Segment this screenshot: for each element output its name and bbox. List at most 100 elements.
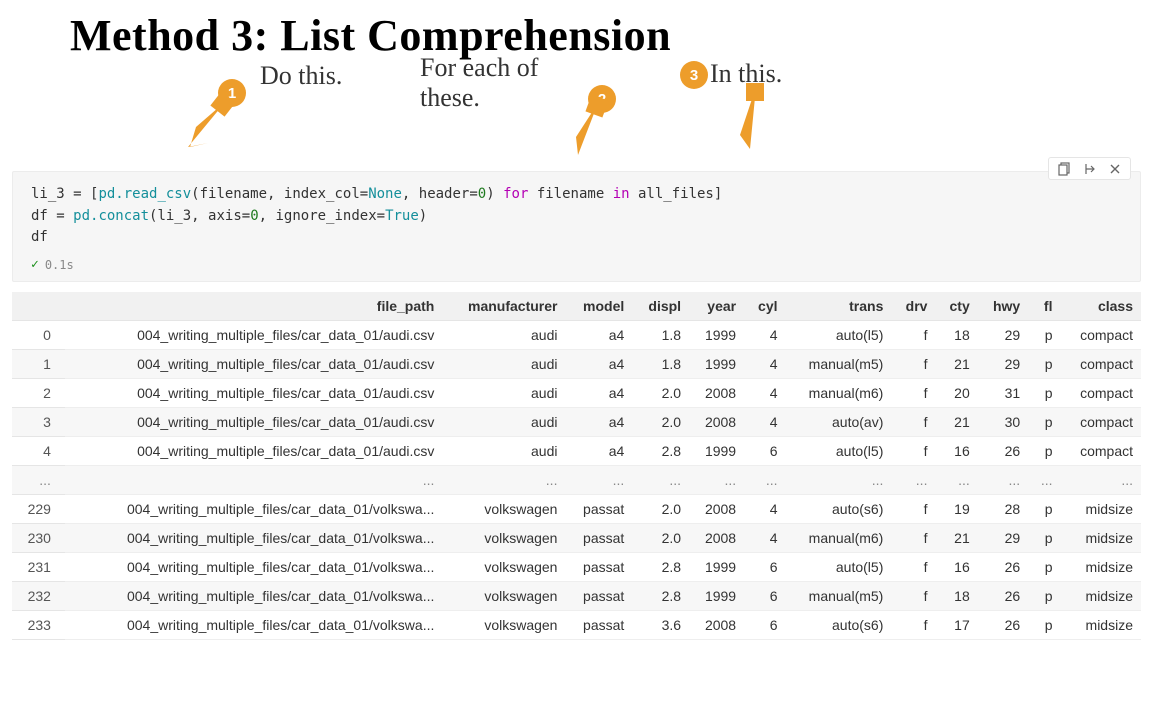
column-header: hwy xyxy=(978,292,1028,321)
arrow-icon xyxy=(174,91,238,167)
table-cell: 004_writing_multiple_files/car_data_01/v… xyxy=(65,611,442,640)
table-cell: 004_writing_multiple_files/car_data_01/v… xyxy=(65,524,442,553)
table-cell: manual(m5) xyxy=(786,350,892,379)
table-cell: auto(l5) xyxy=(786,553,892,582)
table-cell: 6 xyxy=(744,437,785,466)
table-cell: 6 xyxy=(744,611,785,640)
table-cell: 17 xyxy=(935,611,977,640)
code-token: = xyxy=(469,186,477,202)
table-cell: ... xyxy=(689,466,744,495)
table-cell: 2008 xyxy=(689,611,744,640)
row-index: 230 xyxy=(12,524,65,553)
table-cell: f xyxy=(891,321,935,350)
annotations-layer: Do this. 1 For each of these. 2 In this.… xyxy=(0,61,1153,171)
table-cell: 004_writing_multiple_files/car_data_01/v… xyxy=(65,553,442,582)
table-cell: 4 xyxy=(744,321,785,350)
table-cell: 2.0 xyxy=(632,408,689,437)
exec-time: 0.1s xyxy=(45,256,74,275)
row-index: 231 xyxy=(12,553,65,582)
notebook-cell: li_3 = [pd.read_csv(filename, index_col=… xyxy=(12,171,1141,282)
table-cell: volkswagen xyxy=(442,582,565,611)
arrow-icon xyxy=(558,97,616,169)
table-cell: f xyxy=(891,582,935,611)
table-cell: 1999 xyxy=(689,350,744,379)
table-cell: p xyxy=(1028,524,1060,553)
check-icon: ✓ xyxy=(31,255,39,275)
table-cell: 2008 xyxy=(689,379,744,408)
table-cell: audi xyxy=(442,437,565,466)
annotation-for-each: For each of these. xyxy=(420,53,538,113)
column-header: displ xyxy=(632,292,689,321)
code-token: ignore_index xyxy=(275,208,376,224)
row-index: 0 xyxy=(12,321,65,350)
code-token: filename xyxy=(200,186,267,202)
annotation-badge-3: 3 xyxy=(680,61,708,89)
column-header: model xyxy=(565,292,632,321)
column-header: file_path xyxy=(65,292,442,321)
table-cell: 004_writing_multiple_files/car_data_01/a… xyxy=(65,437,442,466)
table-cell: auto(l5) xyxy=(786,321,892,350)
arrow-icon xyxy=(732,83,776,165)
code-token: = xyxy=(360,186,368,202)
table-cell: 004_writing_multiple_files/car_data_01/a… xyxy=(65,408,442,437)
row-index: 232 xyxy=(12,582,65,611)
code-token: in xyxy=(613,186,630,202)
table-cell: audi xyxy=(442,379,565,408)
annotation-do-this: Do this. xyxy=(260,61,342,91)
table-cell: f xyxy=(891,350,935,379)
table-row: 2004_writing_multiple_files/car_data_01/… xyxy=(12,379,1141,408)
table-cell: passat xyxy=(565,553,632,582)
table-cell: audi xyxy=(442,350,565,379)
table-cell: 1999 xyxy=(689,437,744,466)
table-cell: passat xyxy=(565,582,632,611)
table-row: 229004_writing_multiple_files/car_data_0… xyxy=(12,495,1141,524)
column-header: cyl xyxy=(744,292,785,321)
table-cell: 26 xyxy=(978,611,1028,640)
table-cell: 4 xyxy=(744,408,785,437)
table-cell: audi xyxy=(442,321,565,350)
table-cell: 6 xyxy=(744,553,785,582)
table-cell: auto(l5) xyxy=(786,437,892,466)
table-row: ....................................... xyxy=(12,466,1141,495)
code-cell[interactable]: li_3 = [pd.read_csv(filename, index_col=… xyxy=(12,171,1141,282)
table-cell: 21 xyxy=(935,350,977,379)
row-index: ... xyxy=(12,466,65,495)
table-row: 232004_writing_multiple_files/car_data_0… xyxy=(12,582,1141,611)
row-index: 229 xyxy=(12,495,65,524)
run-below-icon[interactable] xyxy=(1082,161,1097,176)
table-cell: 1999 xyxy=(689,553,744,582)
table-cell: a4 xyxy=(565,350,632,379)
copy-icon[interactable] xyxy=(1057,161,1072,176)
table-cell: auto(s6) xyxy=(786,611,892,640)
row-index: 4 xyxy=(12,437,65,466)
table-cell: f xyxy=(891,553,935,582)
code-token: df xyxy=(31,208,48,224)
row-index: 233 xyxy=(12,611,65,640)
table-cell: ... xyxy=(978,466,1028,495)
table-cell: 19 xyxy=(935,495,977,524)
table-cell: manual(m6) xyxy=(786,379,892,408)
code-token: header xyxy=(419,186,470,202)
table-row: 3004_writing_multiple_files/car_data_01/… xyxy=(12,408,1141,437)
table-cell: f xyxy=(891,379,935,408)
row-index: 2 xyxy=(12,379,65,408)
table-cell: a4 xyxy=(565,437,632,466)
table-cell: f xyxy=(891,408,935,437)
code-token: , xyxy=(259,208,276,224)
close-icon[interactable] xyxy=(1107,161,1122,176)
code-token: axis xyxy=(208,208,242,224)
code-token: index_col xyxy=(284,186,360,202)
table-cell: 2.8 xyxy=(632,553,689,582)
table-cell: 004_writing_multiple_files/car_data_01/a… xyxy=(65,350,442,379)
table-cell: audi xyxy=(442,408,565,437)
table-cell: 2.8 xyxy=(632,582,689,611)
table-cell: 1999 xyxy=(689,321,744,350)
table-cell: p xyxy=(1028,350,1060,379)
code-token: pd.concat xyxy=(73,208,149,224)
row-index: 3 xyxy=(12,408,65,437)
code-token: li_3 xyxy=(157,208,191,224)
table-cell: p xyxy=(1028,553,1060,582)
table-cell: ... xyxy=(935,466,977,495)
table-cell: 26 xyxy=(978,553,1028,582)
table-cell: 004_writing_multiple_files/car_data_01/v… xyxy=(65,582,442,611)
